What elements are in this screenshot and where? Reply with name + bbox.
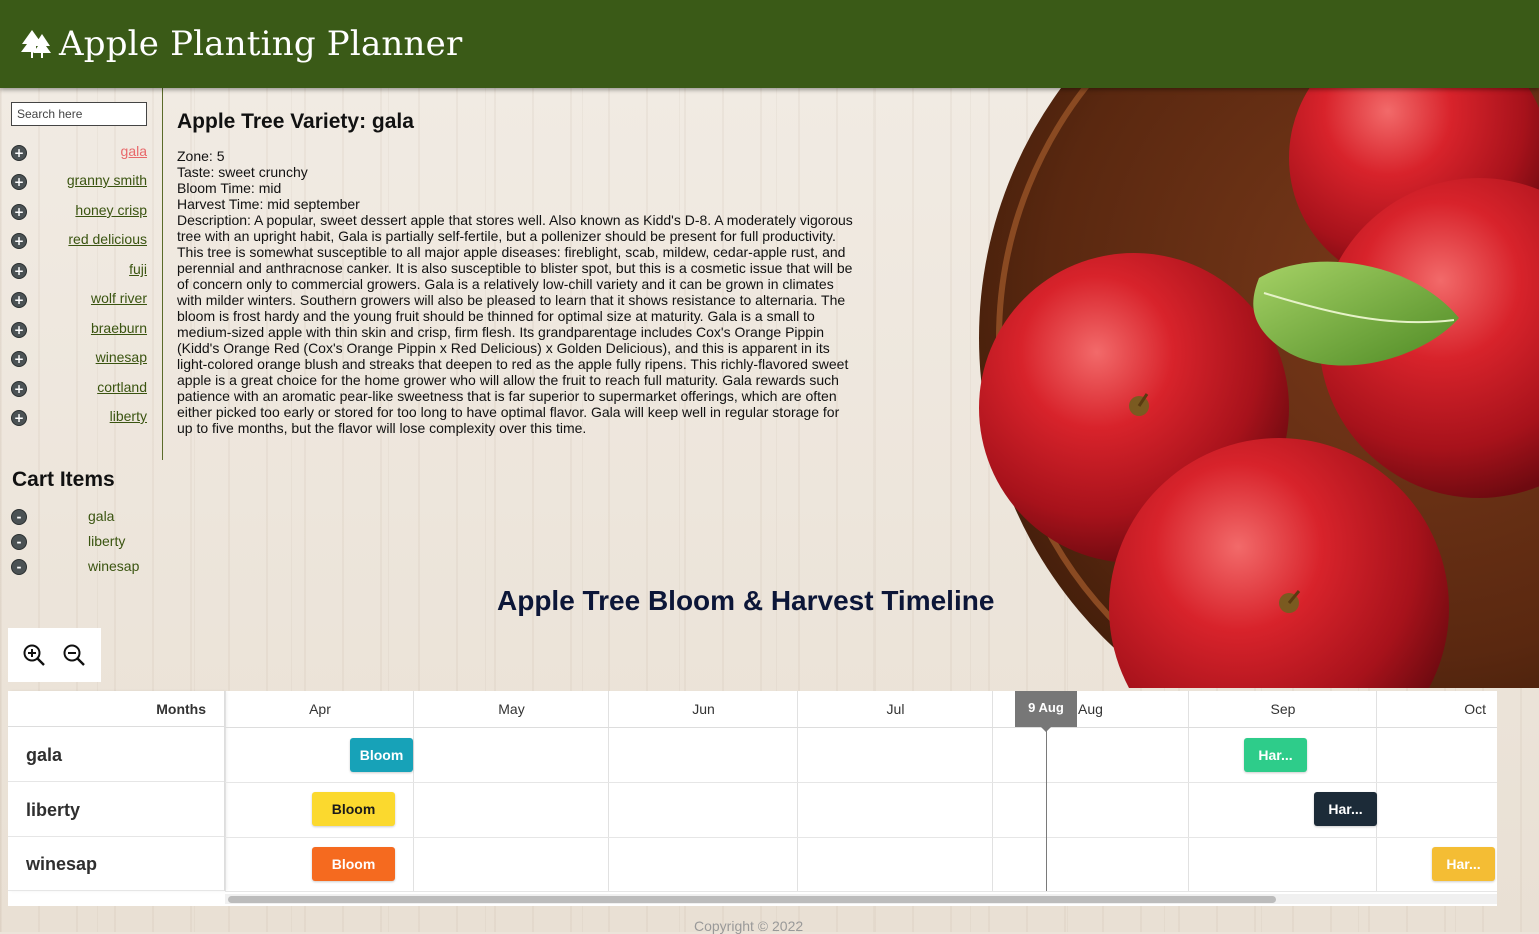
row-divider — [225, 782, 1497, 783]
variety-link[interactable]: red delicious — [68, 231, 147, 247]
add-variety-button[interactable]: + — [11, 410, 27, 426]
tree-icon — [20, 28, 52, 60]
month-column: May — [413, 691, 609, 891]
row-divider — [225, 891, 1497, 892]
variety-item-wolf-river: + wolf river — [11, 290, 147, 312]
month-column: Jul — [797, 691, 993, 891]
variety-sidebar: + gala + granny smith + honey crisp + re… — [0, 88, 163, 460]
variety-item-winesap: + winesap — [11, 349, 147, 371]
add-variety-button[interactable]: + — [11, 351, 27, 367]
timeline-row-labels: Months gala liberty winesap — [8, 691, 225, 891]
apples-bowl-image — [979, 88, 1539, 688]
variety-item-liberty: + liberty — [11, 408, 147, 430]
variety-link[interactable]: liberty — [110, 408, 147, 424]
variety-link[interactable]: wolf river — [91, 290, 147, 306]
month-label: Sep — [1270, 701, 1296, 717]
harvest-bar-winesap[interactable]: Har... — [1432, 847, 1495, 881]
variety-link[interactable]: cortland — [97, 379, 147, 395]
timeline-chart: Months gala liberty winesap Apr May Jun … — [8, 691, 1497, 906]
add-variety-button[interactable]: + — [11, 174, 27, 190]
bloom-time-text: Bloom Time: mid — [177, 180, 282, 196]
cart-item: - liberty — [11, 532, 141, 552]
add-variety-button[interactable]: + — [11, 322, 27, 338]
today-marker-line — [1046, 727, 1047, 891]
months-header: Months — [8, 691, 224, 727]
description-text: Description: A popular, sweet dessert ap… — [177, 212, 853, 436]
remove-cart-item-button[interactable]: - — [11, 509, 27, 525]
month-label: Jul — [886, 701, 905, 717]
variety-item-honey-crisp: + honey crisp — [11, 202, 147, 224]
add-variety-button[interactable]: + — [11, 145, 27, 161]
variety-item-granny-smith: + granny smith — [11, 172, 147, 194]
taste-text: Taste: sweet crunchy — [177, 164, 308, 180]
month-column: Sep — [1188, 691, 1377, 891]
bloom-bar-liberty[interactable]: Bloom — [312, 792, 395, 826]
month-label: Oct — [1464, 701, 1486, 717]
add-variety-button[interactable]: + — [11, 292, 27, 308]
cart-item: - gala — [11, 507, 141, 527]
header-divider — [225, 727, 1497, 728]
bloom-bar-gala[interactable]: Bloom — [350, 738, 413, 772]
zoom-out-icon[interactable] — [62, 643, 86, 667]
variety-link[interactable]: fuji — [129, 261, 147, 277]
timeline-grid: Apr May Jun Jul Aug Sep Oct 9 Aug Bloom … — [225, 691, 1497, 906]
variety-link[interactable]: granny smith — [67, 172, 147, 188]
harvest-bar-liberty[interactable]: Har... — [1314, 792, 1377, 826]
variety-item-fuji: + fuji — [11, 261, 147, 283]
add-variety-button[interactable]: + — [11, 233, 27, 249]
harvest-time-text: Harvest Time: mid september — [177, 196, 360, 212]
timeline-row-label: gala — [8, 728, 224, 782]
variety-link[interactable]: winesap — [96, 349, 147, 365]
timeline-row-label: winesap — [8, 837, 224, 891]
add-variety-button[interactable]: + — [11, 204, 27, 220]
horizontal-scrollbar[interactable] — [225, 894, 1497, 904]
timeline-row-label: liberty — [8, 783, 224, 837]
remove-cart-item-button[interactable]: - — [11, 534, 27, 550]
month-column: Jun — [608, 691, 798, 891]
variety-item-red-delicious: + red delicious — [11, 231, 147, 253]
remove-cart-item-button[interactable]: - — [11, 559, 27, 575]
app-title: Apple Planting Planner — [59, 24, 463, 64]
today-marker-arrow — [1041, 727, 1051, 732]
cart-item: - winesap — [11, 557, 141, 577]
zoom-controls — [8, 628, 101, 682]
zoom-in-icon[interactable] — [22, 643, 46, 667]
bloom-bar-winesap[interactable]: Bloom — [312, 847, 395, 881]
today-marker-label: 9 Aug — [1015, 691, 1077, 727]
cart-item-label: gala — [88, 508, 115, 524]
month-label: Jun — [692, 701, 715, 717]
cart-title: Cart Items — [12, 468, 115, 491]
row-divider — [225, 837, 1497, 838]
app-header: Apple Planting Planner — [0, 0, 1539, 88]
add-variety-button[interactable]: + — [11, 263, 27, 279]
scrollbar-thumb[interactable] — [228, 896, 1276, 903]
cart-item-label: liberty — [88, 533, 126, 549]
month-label: Apr — [309, 701, 331, 717]
variety-item-braeburn: + braeburn — [11, 320, 147, 342]
harvest-bar-gala[interactable]: Har... — [1244, 738, 1307, 772]
variety-link[interactable]: braeburn — [91, 320, 147, 336]
cart-item-label: winesap — [88, 558, 140, 574]
variety-title: Apple Tree Variety: gala — [177, 110, 414, 133]
variety-item-gala: + gala — [11, 143, 147, 165]
timeline-title: Apple Tree Bloom & Harvest Timeline — [497, 585, 995, 616]
zone-text: Zone: 5 — [177, 148, 225, 164]
variety-item-cortland: + cortland — [11, 379, 147, 401]
variety-link[interactable]: honey crisp — [75, 202, 147, 218]
variety-details: Apple Tree Variety: gala Zone: 5 Taste: … — [177, 108, 857, 436]
search-input[interactable] — [11, 102, 147, 126]
month-label: May — [498, 701, 525, 717]
variety-link[interactable]: gala — [121, 143, 147, 159]
add-variety-button[interactable]: + — [11, 381, 27, 397]
